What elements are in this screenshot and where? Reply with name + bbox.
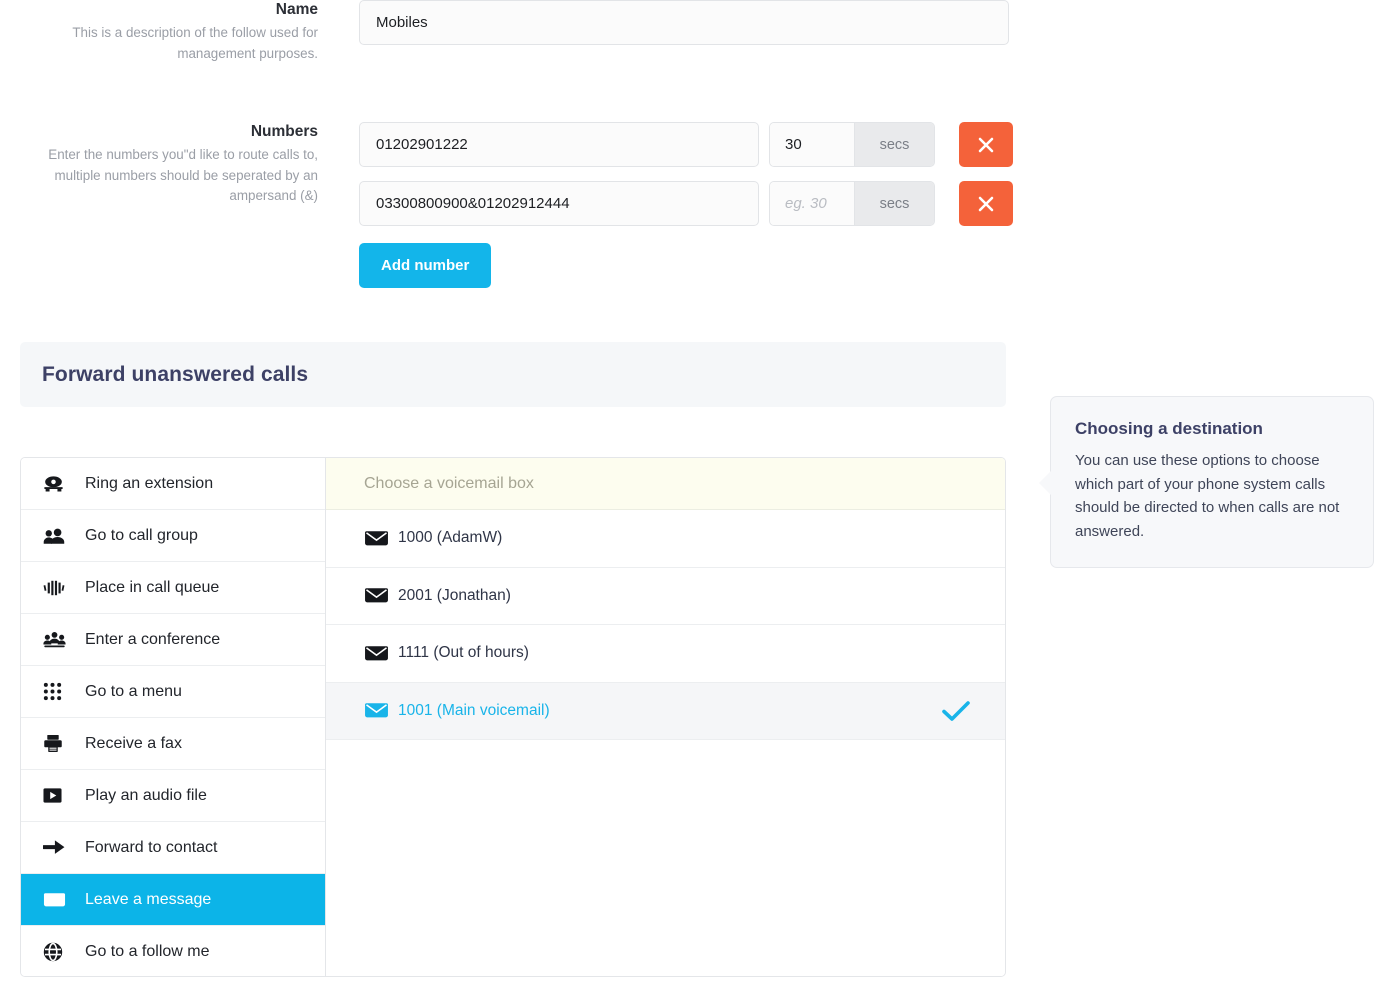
destination-item-enter-a-conference[interactable]: Enter a conference [21,614,325,666]
destination-item-label: Place in call queue [85,578,220,596]
tooltip-title: Choosing a destination [1075,419,1263,438]
name-label: Name [275,1,318,18]
globe-icon [43,942,69,962]
destination-item-ring-an-extension[interactable]: Ring an extension [21,458,325,510]
fax-printer-icon [43,734,69,753]
number-row: secs [359,181,1013,226]
voicemail-item-label: 2001 (Jonathan) [398,586,511,604]
destination-item-label: Go to call group [85,526,198,544]
destination-item-label: Go to a follow me [85,942,210,960]
page-root: Name This is a description of the follow… [0,0,1400,983]
destination-item-label: Play an audio file [85,786,207,804]
voicemail-item-label: 1000 (AdamW) [398,529,503,547]
numbers-input-column: secs secs [359,122,1013,288]
number-input[interactable] [359,181,759,226]
secs-unit-label: secs [854,123,934,166]
destination-item-go-to-a-follow-me[interactable]: Go to a follow me [21,926,325,976]
destination-picker: Ring an extension Go to call group Place… [20,457,1006,977]
remove-number-button[interactable] [959,122,1013,167]
conference-group-icon [43,631,69,648]
close-icon [978,196,994,211]
users-icon [43,527,69,545]
destination-item-label: Enter a conference [85,630,221,648]
name-form-row: Name This is a description of the follow… [0,0,1009,64]
signal-bars-icon [43,579,69,597]
name-input-column [359,0,1009,64]
voicemail-item-label: 1001 (Main voicemail) [398,701,550,719]
secs-unit-label: secs [854,182,934,225]
voicemail-item-label: 1111 (Out of hours) [398,644,529,662]
remove-number-button[interactable] [959,181,1013,226]
envelope-icon [364,702,398,719]
destination-item-go-to-call-group[interactable]: Go to call group [21,510,325,562]
destination-item-play-an-audio-file[interactable]: Play an audio file [21,770,325,822]
section-header: Forward unanswered calls [20,342,1006,407]
envelope-icon [43,892,69,908]
destination-item-label: Forward to contact [85,838,218,856]
timeout-group: secs [769,122,935,167]
check-icon [941,699,971,723]
keypad-grid-icon [43,682,69,701]
numbers-label-column: Numbers Enter the numbers you"d like to … [0,122,318,288]
destination-item-label: Ring an extension [85,474,214,492]
arrow-right-icon [43,839,69,856]
envelope-icon [364,645,398,662]
close-icon [978,137,994,152]
tooltip-arrow [1039,471,1051,495]
name-input[interactable] [359,0,1009,45]
timeout-input[interactable] [770,182,854,225]
tooltip-body: You can use these options to choose whic… [1075,452,1340,540]
voicemail-item[interactable]: 1111 (Out of hours) [326,625,1005,683]
numbers-label: Numbers [250,123,318,140]
envelope-icon [364,530,398,547]
destination-item-place-in-call-queue[interactable]: Place in call queue [21,562,325,614]
number-input[interactable] [359,122,759,167]
numbers-help-text: Enter the numbers you"d like to route ca… [48,147,318,204]
add-number-button[interactable]: Add number [359,243,492,288]
voicemail-item[interactable]: 2001 (Jonathan) [326,567,1005,625]
timeout-input[interactable] [770,123,854,166]
number-row: secs [359,122,1013,167]
name-label-column: Name This is a description of the follow… [0,0,318,64]
destination-item-label: Leave a message [85,890,212,908]
timeout-group: secs [769,181,935,226]
voicemail-panel-header: Choose a voicemail box [326,458,1005,510]
destination-item-forward-to-contact[interactable]: Forward to contact [21,822,325,874]
voicemail-panel: Choose a voicemail box 1000 (AdamW) 2001… [326,458,1005,976]
envelope-icon [364,587,398,604]
numbers-form-row: Numbers Enter the numbers you"d like to … [0,122,1013,288]
voicemail-item-selected[interactable]: 1001 (Main voicemail) [326,682,1005,740]
destination-item-leave-a-message[interactable]: Leave a message [21,874,325,926]
destination-item-label: Go to a menu [85,682,182,700]
destination-item-go-to-a-menu[interactable]: Go to a menu [21,666,325,718]
play-button-icon [43,786,69,805]
destination-item-label: Receive a fax [85,734,182,752]
telephone-icon [43,475,69,493]
destination-list: Ring an extension Go to call group Place… [21,458,326,976]
voicemail-item[interactable]: 1000 (AdamW) [326,510,1005,568]
destination-item-receive-a-fax[interactable]: Receive a fax [21,718,325,770]
name-help-text: This is a description of the follow used… [72,25,318,61]
section-title: Forward unanswered calls [42,362,309,386]
help-tooltip: Choosing a destination You can use these… [1038,396,1374,569]
